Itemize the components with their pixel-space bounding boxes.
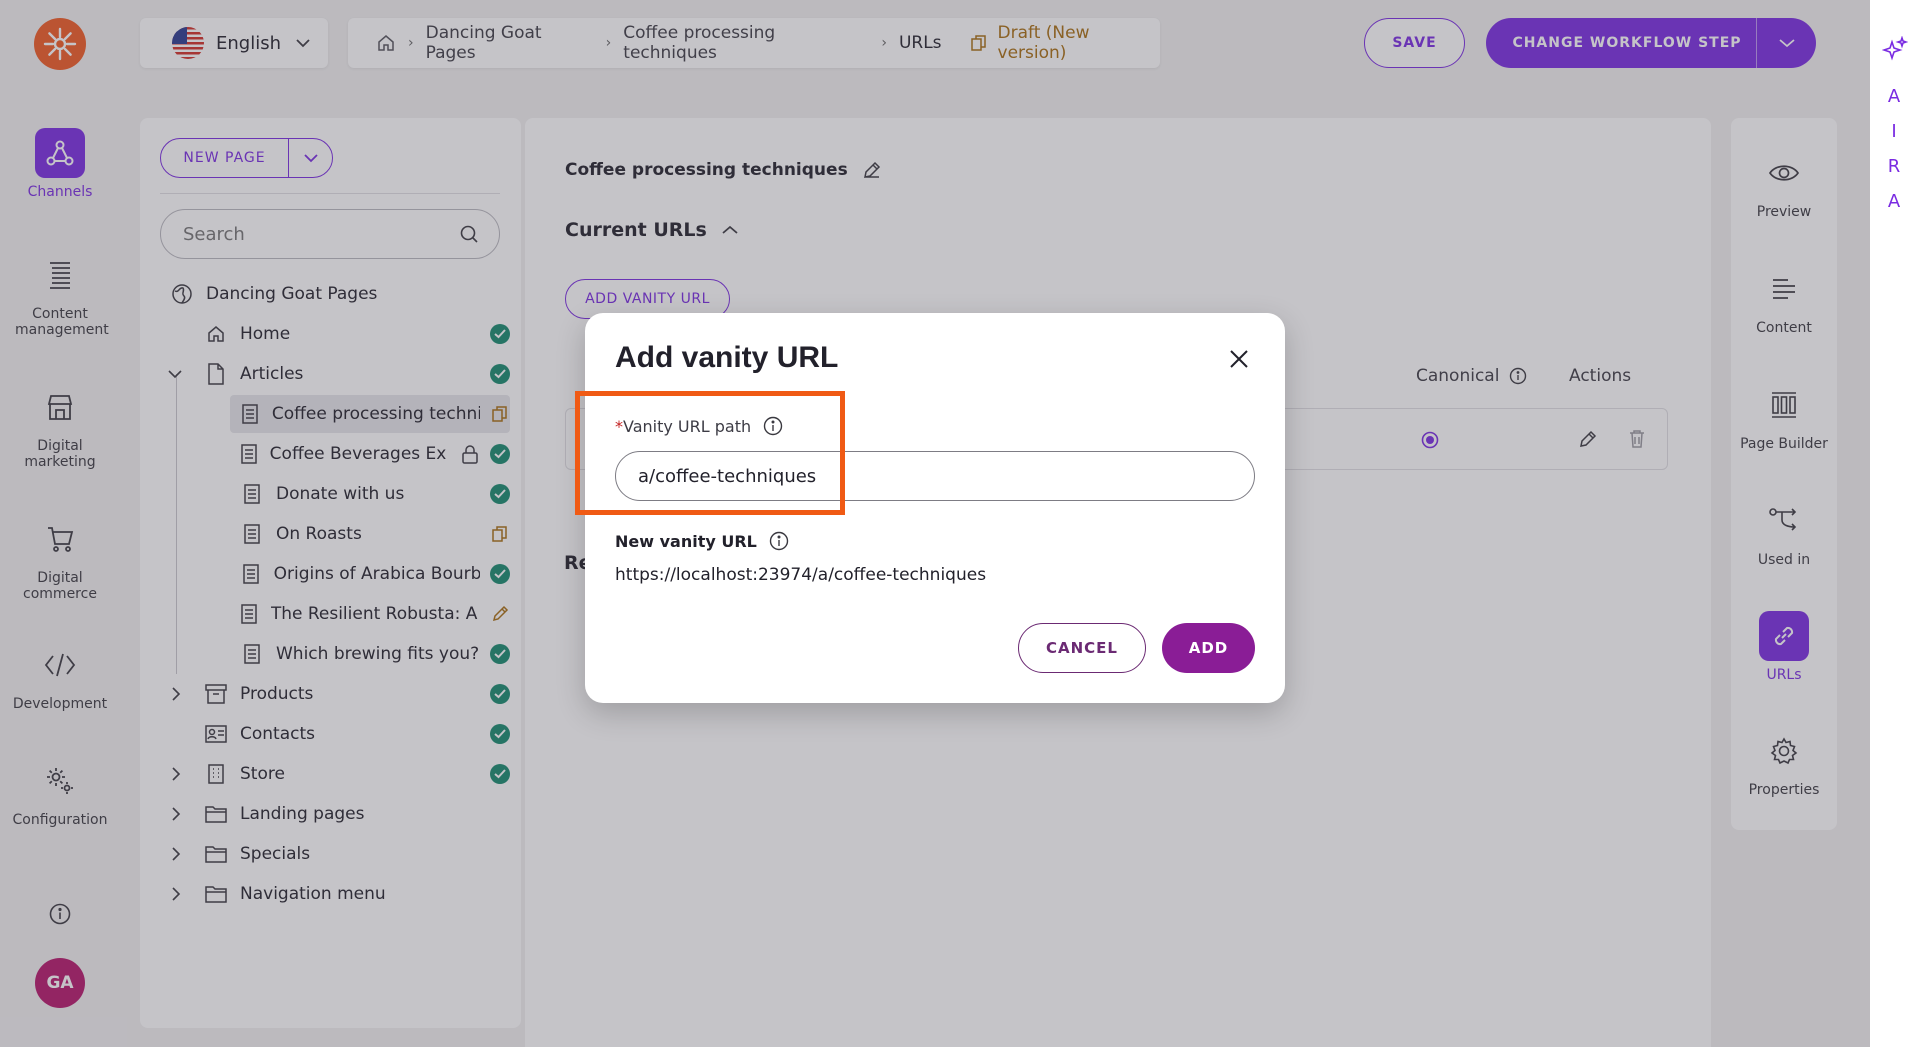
aira-letter: A	[1887, 191, 1901, 212]
aira-letter: R	[1887, 156, 1901, 177]
aira-letter: I	[1891, 121, 1897, 142]
cancel-button[interactable]: CANCEL	[1018, 623, 1146, 673]
aira-panel[interactable]: A I R A	[1870, 0, 1918, 1047]
annotation-highlight-box	[575, 391, 845, 515]
sparkle-icon[interactable]	[1882, 36, 1908, 62]
add-button[interactable]: ADD	[1162, 623, 1255, 673]
dialog-title: Add vanity URL	[615, 341, 839, 374]
aira-letter: A	[1887, 86, 1901, 107]
new-vanity-url-value: https://localhost:23974/a/coffee-techniq…	[615, 565, 987, 585]
info-icon[interactable]	[769, 531, 789, 551]
close-icon[interactable]	[1225, 345, 1253, 373]
field-label: New vanity URL	[615, 531, 757, 551]
new-vanity-url-label: New vanity URL	[615, 531, 789, 551]
